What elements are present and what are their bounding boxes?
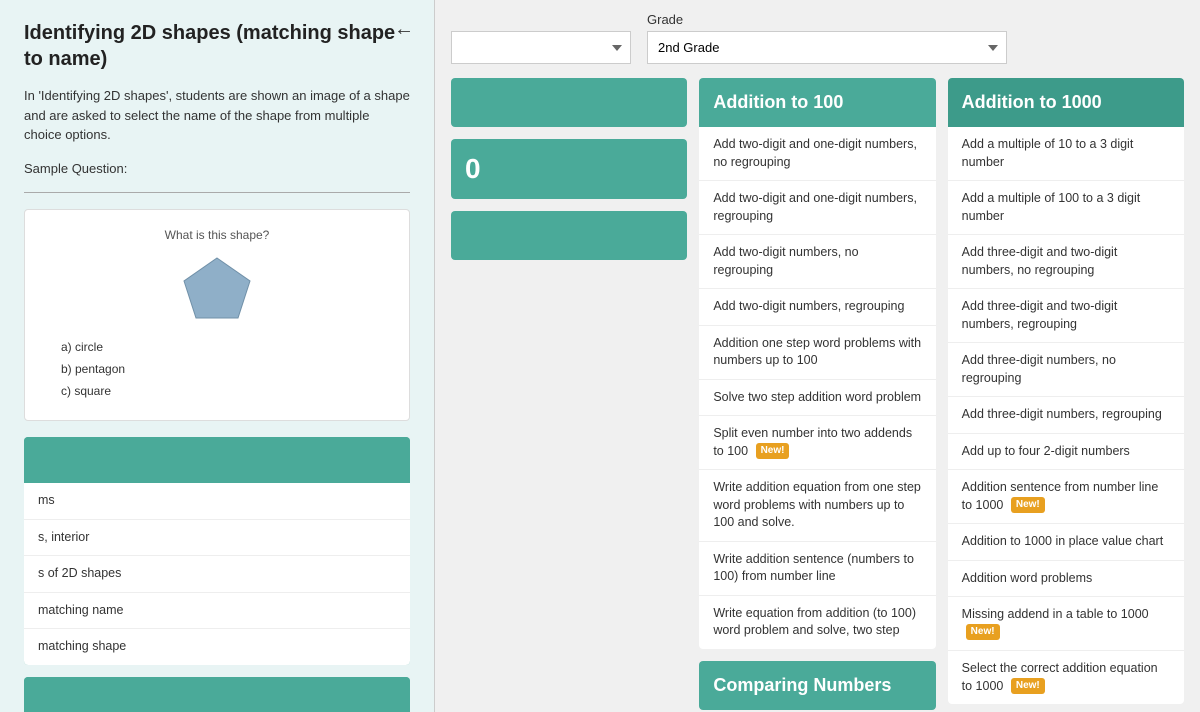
subject-group (451, 12, 631, 64)
new-badge: New! (756, 443, 790, 459)
partial-column: 0 (451, 78, 687, 710)
list-item[interactable]: s of 2D shapes (24, 556, 410, 593)
addition-100-items: Add two-digit and one-digit numbers, no … (699, 127, 935, 649)
list-item[interactable]: Addition sentence from number line to 10… (948, 470, 1184, 524)
page-title: Identifying 2D shapes (matching shape to… (24, 20, 410, 72)
new-badge: New! (1011, 678, 1045, 694)
partial-mid: 0 (451, 139, 687, 199)
list-item[interactable]: matching name (24, 593, 410, 630)
right-panel: Grade 2nd Grade 0 (435, 0, 1200, 712)
choice-c: c) square (61, 382, 393, 400)
description-text: In 'Identifying 2D shapes', students are… (24, 86, 410, 145)
list-item[interactable]: ms (24, 483, 410, 520)
partial-top-card-header (451, 78, 687, 127)
grade-select[interactable]: 2nd Grade (647, 31, 1007, 64)
partial-bottom-card (451, 211, 687, 260)
partial-top-card (451, 78, 687, 127)
list-item[interactable]: Add two-digit numbers, no regrouping (699, 235, 935, 289)
comparing-header: Comparing Numbers (699, 661, 935, 710)
comparing-card-container: Comparing Numbers (699, 661, 935, 710)
filter-row: Grade 2nd Grade (451, 12, 1184, 64)
addition-100-column: Addition to 100 Add two-digit and one-di… (699, 78, 935, 710)
partial-mid-header: 0 (451, 139, 687, 199)
content-grid: 0 Addition to 100 Add two-digit and one-… (451, 78, 1184, 710)
comparing-card: Comparing Numbers (699, 661, 935, 710)
grade-label: Grade (647, 12, 1007, 27)
partial-card-1-header (24, 437, 410, 483)
list-item[interactable]: Addition word problems (948, 561, 1184, 598)
addition-100-card: Addition to 100 Add two-digit and one-di… (699, 78, 935, 649)
sample-question-box: What is this shape? a) circle b) pentago… (24, 209, 410, 421)
left-panel: ← Identifying 2D shapes (matching shape … (0, 0, 435, 712)
list-item[interactable]: Add a multiple of 10 to a 3 digit number (948, 127, 1184, 181)
list-item[interactable]: Add three-digit numbers, regrouping (948, 397, 1184, 434)
list-item[interactable]: Add up to four 2-digit numbers (948, 434, 1184, 471)
list-item[interactable]: Select the correct addition equation to … (948, 651, 1184, 704)
list-item[interactable]: Add three-digit and two-digit numbers, r… (948, 289, 1184, 343)
list-item[interactable]: Add three-digit numbers, no regrouping (948, 343, 1184, 397)
subject-label (451, 12, 631, 27)
partial-middle-card: 0 (451, 139, 687, 199)
list-item[interactable]: Add a multiple of 100 to a 3 digit numbe… (948, 181, 1184, 235)
partial-bot-header (451, 211, 687, 260)
list-item[interactable]: Addition one step word problems with num… (699, 326, 935, 380)
addition-100-header: Addition to 100 (699, 78, 935, 127)
list-item[interactable]: Add two-digit and one-digit numbers, no … (699, 127, 935, 181)
addition-1000-items: Add a multiple of 10 to a 3 digit number… (948, 127, 1184, 704)
partial-card-1-items: ms s, interior s of 2D shapes matching n… (24, 483, 410, 665)
list-item[interactable]: matching shape (24, 629, 410, 665)
choice-b: b) pentagon (61, 360, 393, 378)
partial-card-2: whole numbers addition to 18 on from 1 t… (24, 677, 410, 712)
list-item[interactable]: Missing addend in a table to 1000 New! (948, 597, 1184, 651)
list-item[interactable]: Split even number into two addends to 10… (699, 416, 935, 470)
addition-1000-header: Addition to 1000 (948, 78, 1184, 127)
partial-card-2-header (24, 677, 410, 712)
partial-card-1: ms s, interior s of 2D shapes matching n… (24, 437, 410, 665)
pentagon-shape (182, 256, 252, 322)
list-item[interactable]: Addition to 1000 in place value chart (948, 524, 1184, 561)
back-arrow-button[interactable]: ← (394, 18, 414, 41)
list-item[interactable]: Solve two step addition word problem (699, 380, 935, 417)
digit-0: 0 (465, 153, 481, 184)
choice-a: a) circle (61, 338, 393, 356)
grade-group: Grade 2nd Grade (647, 12, 1007, 64)
addition-1000-card: Addition to 1000 Add a multiple of 10 to… (948, 78, 1184, 704)
new-badge: New! (966, 624, 1000, 640)
list-item[interactable]: Add two-digit numbers, regrouping (699, 289, 935, 326)
partial-bot (451, 211, 687, 260)
sample-question-label: Sample Question: (24, 159, 410, 179)
divider (24, 192, 410, 193)
subject-select[interactable] (451, 31, 631, 64)
list-item[interactable]: Write addition equation from one step wo… (699, 470, 935, 542)
answer-choices: a) circle b) pentagon c) square (41, 338, 393, 400)
list-item[interactable]: Add two-digit and one-digit numbers, reg… (699, 181, 935, 235)
list-item[interactable]: Add three-digit and two-digit numbers, n… (948, 235, 1184, 289)
list-item[interactable]: s, interior (24, 520, 410, 557)
list-item[interactable]: Write addition sentence (numbers to 100)… (699, 542, 935, 596)
list-item[interactable]: Write equation from addition (to 100) wo… (699, 596, 935, 649)
new-badge: New! (1011, 497, 1045, 513)
sample-question-text: What is this shape? (41, 226, 393, 244)
addition-1000-column: Addition to 1000 Add a multiple of 10 to… (948, 78, 1184, 710)
